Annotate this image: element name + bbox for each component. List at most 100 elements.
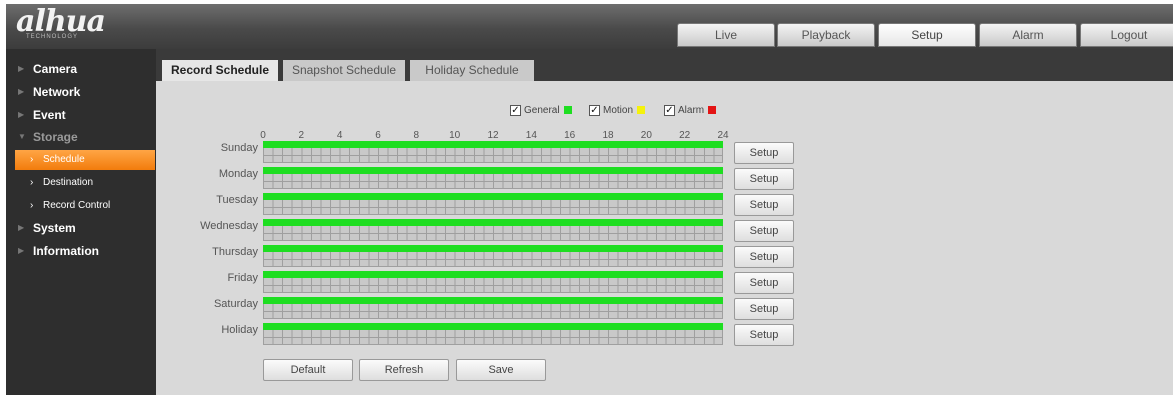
- sidebar-item-information[interactable]: ▶ Information: [6, 241, 156, 261]
- sidebar-item-label: Event: [33, 108, 66, 122]
- alarm-checkbox[interactable]: ✓: [664, 104, 675, 116]
- tab-snapshot-schedule[interactable]: Snapshot Schedule: [283, 60, 405, 81]
- time-slot-cells[interactable]: [263, 330, 723, 345]
- day-setup-button[interactable]: Setup: [734, 324, 794, 346]
- sidebar-subitem-destination[interactable]: › Destination: [6, 173, 156, 193]
- nav-tab-logout[interactable]: Logout: [1080, 23, 1173, 47]
- day-setup-button[interactable]: Setup: [734, 194, 794, 216]
- sidebar-item-label: Destination: [43, 177, 94, 188]
- time-slot-cells[interactable]: [263, 304, 723, 319]
- day-label: Sunday: [220, 142, 258, 154]
- expand-arrow-icon: ▶: [18, 246, 25, 255]
- time-slot-cells[interactable]: [263, 252, 723, 267]
- legend-label: General: [524, 105, 560, 116]
- sidebar-subitem-record-control[interactable]: › Record Control: [6, 196, 156, 216]
- time-slot-cells[interactable]: [263, 174, 723, 189]
- sidebar-item-network[interactable]: ▶ Network: [6, 82, 156, 102]
- hour-tick-label: 16: [564, 130, 576, 141]
- nav-tab-live[interactable]: Live: [677, 23, 775, 47]
- motion-color-swatch: [637, 106, 646, 115]
- day-setup-button[interactable]: Setup: [734, 142, 794, 164]
- refresh-button[interactable]: Refresh: [359, 359, 449, 381]
- hour-tick-label: 0: [260, 130, 266, 141]
- general-color-swatch: [563, 106, 572, 115]
- expand-arrow-icon: ▶: [18, 110, 25, 119]
- hour-tick-label: 24: [717, 130, 729, 141]
- motion-checkbox[interactable]: ✓: [589, 104, 600, 116]
- save-button[interactable]: Save: [456, 359, 546, 381]
- legend-motion: ✓ Motion: [589, 104, 646, 118]
- day-label: Thursday: [212, 246, 258, 258]
- sidebar-item-label: Network: [33, 85, 81, 99]
- hour-tick-label: 6: [375, 130, 381, 141]
- day-label: Wednesday: [200, 220, 258, 232]
- tab-record-schedule[interactable]: Record Schedule: [162, 60, 278, 81]
- hour-tick-label: 2: [298, 130, 305, 141]
- time-slot-cells[interactable]: [263, 200, 723, 215]
- day-setup-button[interactable]: Setup: [734, 298, 794, 320]
- general-record-bar: [263, 245, 723, 252]
- sidebar-item-label: Information: [33, 244, 99, 258]
- sidebar-item-label: Storage: [33, 130, 78, 144]
- expand-arrow-icon: ▶: [18, 223, 25, 232]
- app-window: alhua TECHNOLOGY Live Playback Setup Ala…: [6, 4, 1173, 395]
- day-setup-button[interactable]: Setup: [734, 168, 794, 190]
- sidebar-item-storage[interactable]: ▼ Storage: [6, 127, 156, 147]
- sidebar-subitem-schedule[interactable]: › Schedule: [15, 150, 155, 170]
- day-label: Tuesday: [216, 194, 258, 206]
- day-label: Friday: [227, 272, 258, 284]
- nav-tab-playback[interactable]: Playback: [777, 23, 875, 47]
- header: alhua TECHNOLOGY Live Playback Setup Ala…: [6, 4, 1173, 49]
- day-schedule-row[interactable]: [263, 245, 723, 267]
- default-button[interactable]: Default: [263, 359, 353, 381]
- hour-tick-label: 20: [640, 130, 652, 141]
- general-record-bar: [263, 323, 723, 330]
- time-slot-cells[interactable]: [263, 226, 723, 241]
- nav-tab-alarm[interactable]: Alarm: [979, 23, 1077, 47]
- expand-arrow-icon: ▶: [18, 64, 25, 73]
- general-record-bar: [263, 167, 723, 174]
- tab-holiday-schedule[interactable]: Holiday Schedule: [410, 60, 534, 81]
- sidebar-item-label: Camera: [33, 62, 78, 76]
- time-slot-cells[interactable]: [263, 278, 723, 293]
- expand-arrow-icon: ▶: [18, 87, 25, 96]
- day-schedule-row[interactable]: [263, 219, 723, 241]
- brand-subtitle: TECHNOLOGY: [26, 34, 79, 40]
- general-record-bar: [263, 141, 723, 148]
- chevron-right-icon: ›: [30, 154, 34, 165]
- day-schedule-row[interactable]: [263, 323, 723, 345]
- legend-label: Alarm: [678, 105, 705, 116]
- day-schedule-row[interactable]: [263, 167, 723, 189]
- general-record-bar: [263, 297, 723, 304]
- day-label: Holiday: [221, 324, 258, 336]
- day-setup-button[interactable]: Setup: [734, 246, 794, 268]
- day-schedule-row[interactable]: [263, 271, 723, 293]
- content-tab-strip: Record Schedule Snapshot Schedule Holida…: [156, 49, 1173, 81]
- time-slot-cells[interactable]: [263, 148, 723, 163]
- chevron-right-icon: ›: [30, 200, 34, 211]
- day-schedule-row[interactable]: [263, 193, 723, 215]
- hour-tick-label: 8: [413, 130, 420, 141]
- general-record-bar: [263, 193, 723, 200]
- day-schedule-row[interactable]: [263, 141, 723, 163]
- chevron-right-icon: ›: [30, 177, 34, 188]
- sidebar-item-event[interactable]: ▶ Event: [6, 105, 156, 125]
- sidebar-item-label: Record Control: [43, 200, 111, 211]
- sidebar-item-system[interactable]: ▶ System: [6, 218, 156, 238]
- day-setup-button[interactable]: Setup: [734, 220, 794, 242]
- day-label: Saturday: [213, 298, 258, 310]
- day-schedule-row[interactable]: [263, 297, 723, 319]
- general-checkbox[interactable]: ✓: [510, 104, 521, 116]
- sidebar-item-camera[interactable]: ▶ Camera: [6, 59, 156, 79]
- nav-tab-setup[interactable]: Setup: [878, 23, 976, 47]
- hour-tick-label: 10: [449, 130, 461, 141]
- day-setup-button[interactable]: Setup: [734, 272, 794, 294]
- hour-tick-label: 22: [679, 130, 691, 141]
- main-content: Record Schedule Snapshot Schedule Holida…: [156, 49, 1173, 395]
- hour-tick-label: 12: [487, 130, 499, 141]
- legend-label: Motion: [603, 105, 634, 116]
- hour-tick-label: 18: [602, 130, 614, 141]
- alarm-color-swatch: [708, 106, 717, 115]
- legend-alarm: ✓ Alarm: [664, 104, 717, 118]
- day-label: Monday: [218, 168, 258, 180]
